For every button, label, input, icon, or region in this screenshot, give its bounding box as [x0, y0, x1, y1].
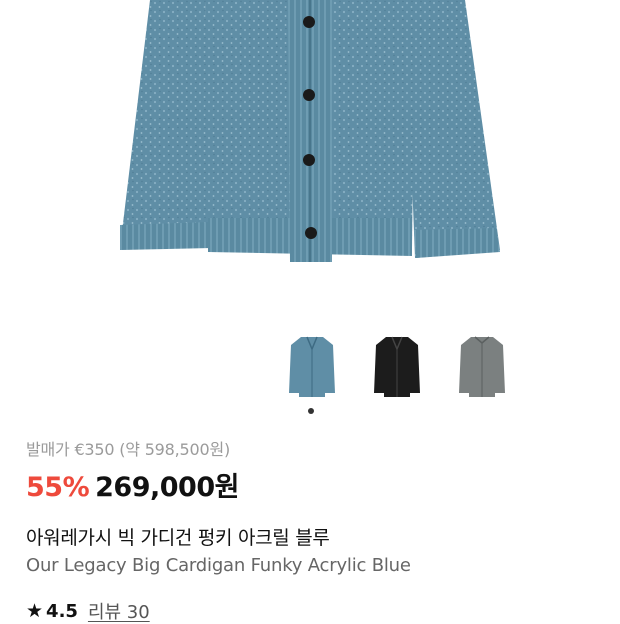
rating-score: 4.5	[46, 600, 78, 622]
thumbnail-gray-cardigan[interactable]	[455, 332, 509, 402]
release-price: 발매가 €350 (약 598,500원)	[26, 440, 231, 459]
thumbnail-strip	[285, 332, 509, 402]
discount-rate: 55%	[26, 472, 90, 503]
sale-price: 269,000원	[95, 472, 239, 503]
thumbnail-blue-cardigan[interactable]	[285, 332, 339, 402]
star-icon: ★	[26, 599, 44, 622]
product-main-image[interactable]	[0, 0, 620, 300]
product-name-korean: 아워레가시 빅 가디건 펑키 아크릴 블루	[26, 527, 330, 549]
price-row: 55% 269,000원	[26, 465, 239, 504]
thumbnail-black-cardigan[interactable]	[370, 332, 424, 402]
selected-thumbnail-indicator	[308, 408, 314, 414]
product-name-english: Our Legacy Big Cardigan Funky Acrylic Bl…	[26, 555, 411, 576]
rating-row: ★ 4.5 리뷰 30	[26, 598, 150, 624]
reviews-link[interactable]: 리뷰 30	[88, 598, 150, 624]
